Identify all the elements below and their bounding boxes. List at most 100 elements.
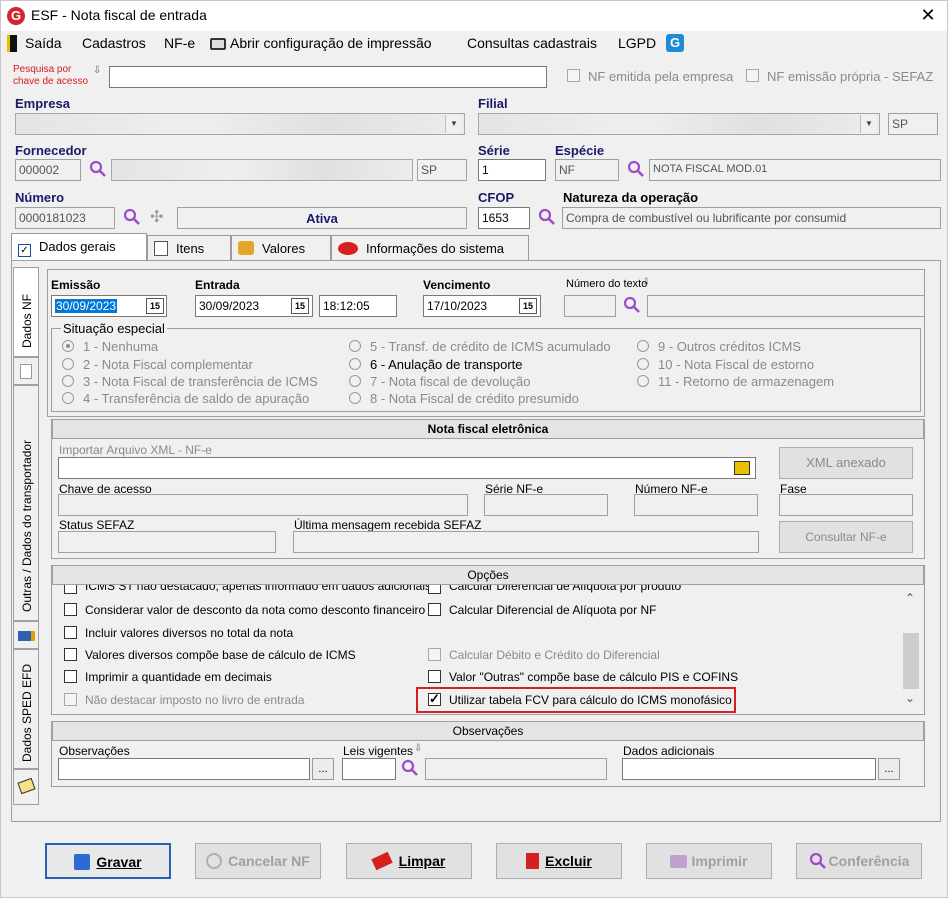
imprimir-button[interactable]: Imprimir bbox=[646, 843, 772, 879]
cfop-search-icon[interactable] bbox=[538, 208, 556, 226]
tab-dados-gerais[interactable]: ✓ Dados gerais bbox=[11, 233, 147, 261]
opt-debito-credito-dif-label: Calcular Débito e Crédito do Diferencial bbox=[449, 648, 660, 662]
numero-search-icon[interactable] bbox=[123, 208, 141, 226]
lgpd-shield-icon[interactable]: G bbox=[666, 34, 684, 52]
radio-situacao-6-label: 6 - Anulação de transporte bbox=[370, 357, 523, 372]
menu-abrir-config-impressao[interactable]: Abrir configuração de impressão bbox=[230, 35, 432, 51]
side-tab-page-icon[interactable] bbox=[13, 357, 39, 385]
radio-situacao-7[interactable] bbox=[349, 375, 361, 387]
radio-situacao-1[interactable] bbox=[62, 340, 74, 352]
empresa-dropdown-arrow[interactable]: ▼ bbox=[445, 115, 462, 133]
menu-cadastros[interactable]: Cadastros bbox=[82, 35, 146, 51]
checkbox-tab-icon: ✓ bbox=[18, 244, 31, 257]
observacoes-more-button[interactable]: ... bbox=[312, 758, 334, 780]
conferencia-button[interactable]: Conferência bbox=[796, 843, 922, 879]
opt-dif-nf-label: Calcular Diferencial de Alíquota por NF bbox=[449, 603, 657, 617]
side-tab-sped-efd[interactable]: Dados SPED EFD bbox=[13, 649, 39, 769]
radio-situacao-4[interactable] bbox=[62, 392, 74, 404]
radio-situacao-2[interactable] bbox=[62, 358, 74, 370]
numero-texto-input[interactable] bbox=[564, 295, 616, 317]
opt-debito-credito-dif-checkbox[interactable] bbox=[428, 648, 441, 661]
xml-anexado-button[interactable]: XML anexado bbox=[779, 447, 913, 479]
radio-situacao-5-label: 5 - Transf. de crédito de ICMS acumulado bbox=[370, 339, 611, 354]
empresa-select[interactable] bbox=[15, 113, 465, 135]
search-label: Pesquisa por chave de acesso bbox=[13, 64, 89, 87]
side-tab-edit-icon[interactable] bbox=[13, 769, 39, 805]
menu-lgpd[interactable]: LGPD bbox=[618, 35, 656, 51]
menu-nfe[interactable]: NF-e bbox=[164, 35, 195, 51]
cfop-input[interactable]: 1653 bbox=[478, 207, 530, 229]
serie-input[interactable]: 1 bbox=[478, 159, 546, 181]
search-input[interactable] bbox=[109, 66, 547, 88]
opt-valores-diversos-total-label: Incluir valores diversos no total da not… bbox=[85, 626, 294, 640]
close-icon[interactable]: ✕ bbox=[913, 3, 943, 27]
nf-emitida-empresa-checkbox[interactable] bbox=[567, 69, 580, 82]
tab-valores[interactable]: Valores bbox=[231, 235, 331, 261]
nf-emissao-propria-checkbox[interactable] bbox=[746, 69, 759, 82]
consultar-nfe-button[interactable]: Consultar NF-e bbox=[779, 521, 913, 553]
page-icon bbox=[20, 364, 32, 379]
observacoes-input[interactable] bbox=[58, 758, 310, 780]
dados-adicionais-input[interactable] bbox=[622, 758, 876, 780]
opt-valor-outras-pis-cofins-checkbox[interactable] bbox=[428, 670, 441, 683]
entrada-calendar-icon[interactable]: 15 bbox=[291, 298, 309, 314]
opt-nao-destacar-imposto-checkbox[interactable] bbox=[64, 693, 77, 706]
filial-select[interactable] bbox=[478, 113, 880, 135]
tab-itens[interactable]: Itens bbox=[147, 235, 231, 261]
dados-adicionais-more-button[interactable]: ... bbox=[878, 758, 900, 780]
fornecedor-label: Fornecedor bbox=[15, 143, 87, 158]
ultima-mensagem-label: Última mensagem recebida SEFAZ bbox=[294, 518, 482, 532]
radio-situacao-7-label: 7 - Nota fiscal de devolução bbox=[370, 374, 531, 389]
side-tab-dados-nf[interactable]: Dados NF bbox=[13, 267, 39, 357]
emissao-calendar-icon[interactable]: 15 bbox=[146, 298, 164, 314]
filial-dropdown-arrow[interactable]: ▼ bbox=[860, 115, 877, 133]
emissao-value: 30/09/2023 bbox=[55, 299, 118, 313]
radio-situacao-11[interactable] bbox=[637, 375, 649, 387]
opt-valores-diversos-total-checkbox[interactable] bbox=[64, 626, 77, 639]
scroll-thumb[interactable] bbox=[903, 633, 919, 689]
entrada-hora-input[interactable]: 18:12:05 bbox=[319, 295, 397, 317]
radio-situacao-10[interactable] bbox=[637, 358, 649, 370]
trash-icon bbox=[526, 853, 540, 869]
opt-desconto-financeiro-checkbox[interactable] bbox=[64, 603, 77, 616]
menu-consultas-cadastrais[interactable]: Consultas cadastrais bbox=[467, 35, 597, 51]
scroll-down-icon[interactable]: ⌄ bbox=[905, 691, 915, 705]
scroll-up-icon[interactable]: ⌃ bbox=[905, 591, 915, 605]
numero-texto-search-icon[interactable] bbox=[623, 296, 641, 314]
opt-tabela-fcv-checkbox[interactable] bbox=[428, 691, 441, 707]
fornecedor-search-icon[interactable] bbox=[89, 160, 107, 178]
radio-situacao-3[interactable] bbox=[62, 375, 74, 387]
plus-icon[interactable]: ✣ bbox=[150, 207, 163, 227]
cancelar-nf-button[interactable]: Cancelar NF bbox=[195, 843, 321, 879]
opt-valores-diversos-icms-checkbox[interactable] bbox=[64, 648, 77, 661]
menu-saida[interactable]: Saída bbox=[25, 35, 62, 51]
excluir-button[interactable]: Excluir bbox=[496, 843, 622, 879]
gravar-button[interactable]: Gravar bbox=[45, 843, 171, 879]
truck-icon bbox=[18, 631, 35, 641]
tab-informacoes-sistema[interactable]: Informações do sistema bbox=[331, 235, 529, 261]
side-tab-truck-icon[interactable] bbox=[13, 621, 39, 649]
pencil-icon bbox=[17, 777, 36, 795]
opt-icms-st-checkbox[interactable] bbox=[64, 585, 77, 594]
opt-dif-produto-checkbox[interactable] bbox=[428, 585, 441, 594]
radio-situacao-8[interactable] bbox=[349, 392, 361, 404]
radio-situacao-9[interactable] bbox=[637, 340, 649, 352]
leis-search-icon[interactable] bbox=[401, 759, 419, 777]
especie-search-icon[interactable] bbox=[627, 160, 645, 178]
radio-situacao-5[interactable] bbox=[349, 340, 361, 352]
importar-xml-input[interactable] bbox=[58, 457, 756, 479]
opt-dif-nf-checkbox[interactable] bbox=[428, 603, 441, 616]
especie-code-field[interactable]: NF bbox=[555, 159, 619, 181]
radio-situacao-6[interactable] bbox=[349, 358, 361, 370]
limpar-button[interactable]: Limpar bbox=[346, 843, 472, 879]
opt-quantidade-decimais-checkbox[interactable] bbox=[64, 670, 77, 683]
opcoes-scrollbar[interactable]: ⌃ ⌄ bbox=[901, 587, 921, 711]
folder-icon[interactable] bbox=[734, 461, 750, 475]
importar-xml-label: Importar Arquivo XML - NF-e bbox=[59, 443, 212, 457]
side-tab-outras-transportador[interactable]: Outras / Dados do transportador bbox=[13, 385, 39, 621]
numero-input[interactable]: 0000181023 bbox=[15, 207, 115, 229]
opt-icms-st-label: ICMS ST não destacado, apenas informado … bbox=[85, 585, 431, 593]
fornecedor-code-field[interactable]: 000002 bbox=[15, 159, 81, 181]
vencimento-calendar-icon[interactable]: 15 bbox=[519, 298, 537, 314]
leis-vigentes-input[interactable] bbox=[342, 758, 396, 780]
